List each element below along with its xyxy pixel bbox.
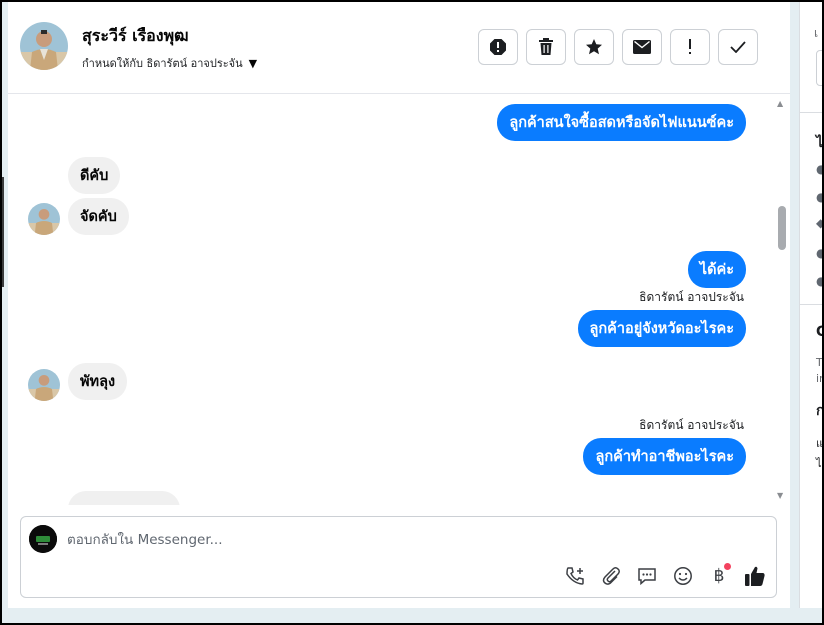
message-bubble[interactable]: พัทลุง xyxy=(68,363,128,400)
baht-icon: ฿ xyxy=(713,566,725,586)
scroll-up-icon[interactable]: ▲ xyxy=(777,99,783,108)
emoji-button[interactable] xyxy=(670,563,696,589)
message-scrollbar[interactable]: ▲ ▼ xyxy=(774,95,788,505)
assignee-label: กำหนดให้กับ ธิดารัตน์ อาจประจัน xyxy=(82,57,243,70)
panel-fragment: in xyxy=(816,372,822,385)
contact-details-panel: เ ไ ● ● ◆ ● ● C T in ก แ ไ xyxy=(799,2,822,608)
conversation-header: สุระวีร์ เรืองพุฒ กำหนดให้กับ ธิดารัตน์ … xyxy=(8,2,790,94)
report-spam-button[interactable] xyxy=(478,29,518,65)
message-list[interactable]: ลูกค้าสนใจซื้อสดหรือจัดไฟแนนซ์คะ ดีคับ จ… xyxy=(8,95,790,505)
panel-fragment: ไ xyxy=(816,135,822,151)
trash-icon xyxy=(539,38,553,55)
sender-name: ธิดารัตน์ อาจประจัน xyxy=(639,418,744,432)
panel-icon: ● xyxy=(816,274,822,288)
panel-fragment: C xyxy=(816,324,822,340)
saved-reply-icon xyxy=(638,568,656,586)
message-bubble[interactable]: ลูกค้าอยู่จังหวัดอะไรคะ xyxy=(577,310,746,347)
header-actions xyxy=(478,29,758,65)
attachment-icon xyxy=(602,567,620,585)
reply-composer: ฿ xyxy=(20,516,777,598)
message-bubble-partial[interactable] xyxy=(68,491,180,505)
contact-avatar-small[interactable] xyxy=(28,203,60,235)
panel-fragment: เ xyxy=(814,26,819,40)
star-icon xyxy=(586,39,602,55)
scroll-down-icon[interactable]: ▼ xyxy=(777,491,783,500)
like-icon xyxy=(745,566,765,586)
contact-avatar[interactable] xyxy=(20,22,68,70)
attach-button[interactable] xyxy=(598,563,624,589)
page-avatar xyxy=(29,525,57,553)
window-edge xyxy=(2,177,4,287)
panel-divider xyxy=(800,304,822,305)
message-bubble[interactable]: จัดคับ xyxy=(68,198,129,235)
message-bubble[interactable]: ได้ค่ะ xyxy=(687,251,746,288)
panel-fragment: T xyxy=(816,356,822,369)
panel-divider xyxy=(800,112,822,113)
conversation-pane: สุระวีร์ เรืองพุฒ กำหนดให้กับ ธิดารัตน์ … xyxy=(8,2,790,608)
payment-button[interactable]: ฿ xyxy=(706,563,732,589)
message-bubble[interactable]: ลูกค้าสนใจซื้อสดหรือจัดไฟแนนซ์คะ xyxy=(497,104,746,141)
sender-name: ธิดารัตน์ อาจประจัน xyxy=(639,290,744,304)
contact-name: สุระวีร์ เรืองพุฒ xyxy=(82,26,189,45)
delete-button[interactable] xyxy=(526,29,566,65)
panel-icon: ◆ xyxy=(816,216,822,230)
mail-icon xyxy=(633,40,651,54)
reply-input[interactable] xyxy=(67,527,667,553)
emoji-icon xyxy=(674,567,692,585)
mark-done-button[interactable] xyxy=(718,29,758,65)
check-icon xyxy=(730,41,746,53)
app-window: สุระวีร์ เรืองพุฒ กำหนดให้กับ ธิดารัตน์ … xyxy=(2,2,822,623)
notification-dot xyxy=(724,563,731,570)
panel-fragment: ไ xyxy=(816,457,822,470)
panel-icon: ● xyxy=(816,190,822,204)
star-button[interactable] xyxy=(574,29,614,65)
panel-fragment: แ xyxy=(816,437,822,450)
report-icon xyxy=(490,39,506,55)
message-bubble[interactable]: ลูกค้าทำอาชีพอะไรคะ xyxy=(583,438,746,475)
panel-icon: ● xyxy=(816,162,822,176)
scroll-thumb[interactable] xyxy=(778,206,786,250)
message-bubble[interactable]: ดีคับ xyxy=(68,157,121,194)
caret-down-icon: ▼ xyxy=(248,56,258,70)
exclamation-icon xyxy=(689,39,691,54)
saved-replies-button[interactable] xyxy=(634,563,660,589)
call-button[interactable] xyxy=(562,563,588,589)
panel-input[interactable] xyxy=(816,50,822,86)
assignee-dropdown[interactable]: กำหนดให้กับ ธิดารัตน์ อาจประจัน ▼ xyxy=(82,54,257,72)
phone-add-icon xyxy=(566,567,584,585)
composer-tools: ฿ xyxy=(562,563,768,589)
panel-fragment: ก xyxy=(816,403,822,419)
mark-unread-button[interactable] xyxy=(622,29,662,65)
follow-up-button[interactable] xyxy=(670,29,710,65)
contact-avatar-small[interactable] xyxy=(28,369,60,401)
like-button[interactable] xyxy=(742,563,768,589)
panel-icon: ● xyxy=(816,246,822,260)
